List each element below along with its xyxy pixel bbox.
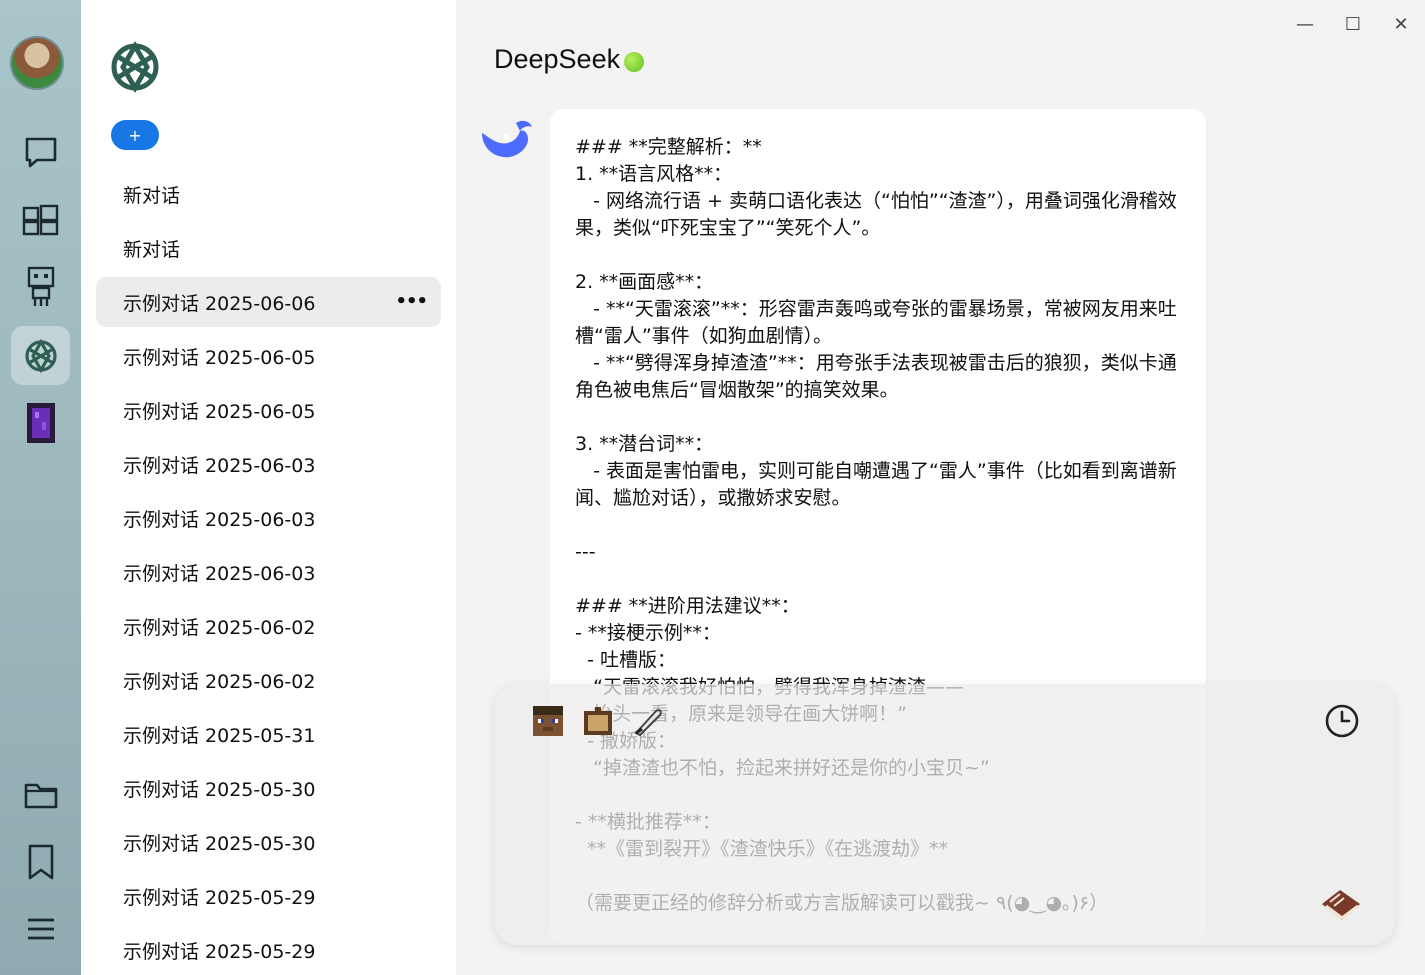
- menu-icon: [27, 918, 54, 939]
- blocks-icon: [22, 204, 58, 235]
- conversation-item[interactable]: 示例对话 2025-06-05: [96, 385, 441, 435]
- conversation-label: 示例对话 2025-05-29: [123, 886, 316, 909]
- conversation-label: 示例对话 2025-06-02: [123, 670, 316, 693]
- painting-icon[interactable]: [582, 705, 614, 737]
- rail-bookmark-button[interactable]: [11, 832, 70, 891]
- conversation-label: 示例对话 2025-06-05: [123, 400, 316, 423]
- conversation-item[interactable]: 示例对话 2025-06-03: [96, 493, 441, 543]
- conversation-label: 新对话: [123, 184, 181, 207]
- steve-head-icon[interactable]: [532, 705, 564, 737]
- conversation-item[interactable]: 示例对话 2025-05-31: [96, 709, 441, 759]
- conversation-item[interactable]: 新对话: [96, 223, 441, 273]
- rail-folder-button[interactable]: [11, 765, 70, 824]
- conversation-label: 示例对话 2025-05-31: [123, 724, 316, 747]
- app-logo-icon: [111, 40, 159, 94]
- conversation-label: 示例对话 2025-05-30: [123, 778, 316, 801]
- conversation-label: 示例对话 2025-06-05: [123, 346, 316, 369]
- clock-icon[interactable]: [1323, 702, 1361, 740]
- conversation-label: 新对话: [123, 238, 181, 261]
- maximize-button[interactable]: ☐: [1341, 12, 1365, 36]
- conversation-item[interactable]: 示例对话 2025-05-29: [96, 925, 441, 975]
- conversation-item[interactable]: 新对话: [96, 169, 441, 219]
- rail-blocks-button[interactable]: [11, 190, 70, 249]
- chat-title: DeepSeek: [494, 44, 621, 74]
- rail-menu-button[interactable]: [11, 899, 70, 958]
- deepseek-whale-icon: [482, 120, 532, 158]
- conversation-label: 示例对话 2025-06-06: [123, 292, 316, 315]
- quill-icon[interactable]: [632, 705, 664, 737]
- input-panel[interactable]: [494, 684, 1395, 945]
- conversation-item[interactable]: 示例对话 2025-06-03: [96, 547, 441, 597]
- bookmark-icon: [28, 844, 53, 879]
- conversation-item[interactable]: 示例对话 2025-05-29: [96, 871, 441, 921]
- conversation-item[interactable]: 示例对话 2025-05-30: [96, 817, 441, 867]
- conversation-label: 示例对话 2025-05-30: [123, 832, 316, 855]
- conversation-label: 示例对话 2025-06-03: [123, 508, 316, 531]
- robot-icon: [27, 266, 54, 306]
- book-icon[interactable]: [1318, 884, 1364, 926]
- conversation-item[interactable]: 示例对话 2025-06-03: [96, 439, 441, 489]
- rail-portal-button[interactable]: [11, 393, 70, 452]
- conversation-label: 示例对话 2025-06-03: [123, 454, 316, 477]
- openai-logo-icon: [24, 338, 57, 373]
- conversation-item[interactable]: 示例对话 2025-05-30: [96, 763, 441, 813]
- rail-openai-button[interactable]: [11, 326, 70, 385]
- conversation-label: 示例对话 2025-06-03: [123, 562, 316, 585]
- new-conversation-button[interactable]: +: [111, 120, 159, 150]
- rail-chat-button[interactable]: [11, 122, 70, 181]
- conversation-item[interactable]: 示例对话 2025-06-05: [96, 331, 441, 381]
- online-status-dot: [624, 52, 644, 72]
- rail-robot-button[interactable]: [11, 257, 70, 316]
- close-button[interactable]: ✕: [1389, 12, 1413, 36]
- portal-icon: [26, 402, 55, 443]
- conversation-label: 示例对话 2025-06-02: [123, 616, 316, 639]
- conversation-item[interactable]: 示例对话 2025-06-02: [96, 655, 441, 705]
- conversation-item[interactable]: 示例对话 2025-06-02: [96, 601, 441, 651]
- more-options-icon[interactable]: •••: [395, 291, 428, 312]
- conversation-label: 示例对话 2025-05-29: [123, 940, 316, 963]
- avatar[interactable]: [10, 36, 64, 90]
- minimize-button[interactable]: —: [1293, 12, 1317, 36]
- conversation-item[interactable]: 示例对话 2025-06-06 •••: [96, 277, 441, 327]
- chat-icon: [25, 137, 56, 167]
- folder-icon: [24, 783, 57, 808]
- icon-rail: [0, 0, 81, 975]
